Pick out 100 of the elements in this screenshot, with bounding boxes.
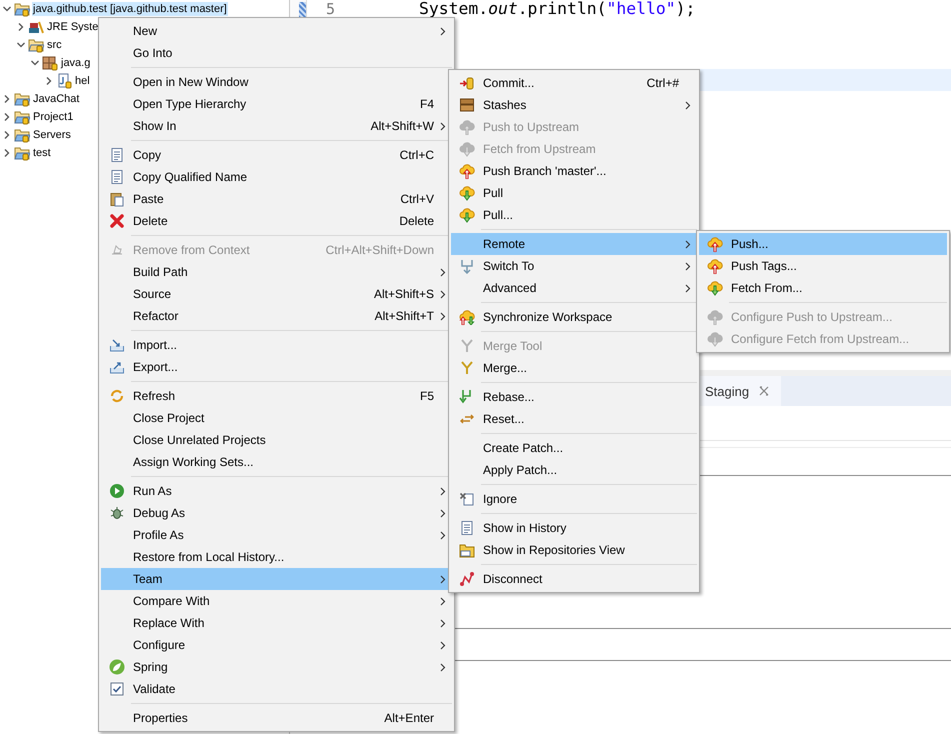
menu-item[interactable]: Replace With [101, 612, 452, 634]
close-icon[interactable] [759, 386, 770, 396]
merge-icon [459, 338, 475, 354]
document-icon [109, 147, 125, 163]
chevron-icon[interactable] [2, 148, 12, 158]
menu-item[interactable]: Properties Alt+Enter [101, 707, 452, 729]
refresh-icon [109, 388, 125, 404]
menu-item[interactable]: Stashes [451, 94, 697, 116]
menu-item[interactable]: Go Into [101, 42, 452, 64]
chevron-icon[interactable] [2, 112, 12, 122]
tree-item[interactable]: src [46, 38, 63, 52]
menu-item[interactable]: Close Project [101, 407, 452, 429]
cloud-download-icon [459, 185, 475, 201]
menu-item[interactable]: Validate [101, 678, 452, 700]
cloud-download-icon [707, 280, 723, 296]
chevron-icon[interactable] [2, 130, 12, 140]
tree-item[interactable]: JavaChat [32, 92, 80, 106]
import-icon [109, 337, 125, 353]
tree-item[interactable]: java.g [60, 56, 92, 70]
branch-icon [459, 258, 475, 274]
menu-item[interactable]: Rebase... [451, 386, 697, 408]
commit-icon [459, 75, 475, 91]
document-cross-icon [459, 491, 475, 507]
menu-item[interactable]: Assign Working Sets... [101, 451, 452, 473]
menu-item[interactable]: Open Type Hierarchy F4 [101, 93, 452, 115]
merge-icon [459, 360, 475, 376]
marker-icon [299, 2, 306, 18]
clipboard-icon [109, 191, 125, 207]
menu-item[interactable]: Restore from Local History... [101, 546, 452, 568]
disconnect-icon [459, 571, 475, 587]
chevron-icon[interactable] [2, 94, 12, 104]
menu-item[interactable]: Commit... Ctrl+# [451, 72, 697, 94]
menu-item[interactable]: Push Branch 'master'... [451, 160, 697, 182]
tree-item[interactable]: test [32, 146, 52, 160]
cloud-download-icon [707, 331, 723, 347]
menu-item[interactable]: Create Patch... [451, 437, 697, 459]
tree-item[interactable]: java.github.test [java.github.test master] [32, 2, 228, 16]
bug-icon [109, 505, 125, 521]
menu-item[interactable]: Remote [451, 233, 697, 255]
menu-item[interactable]: Compare With [101, 590, 452, 612]
tree-item[interactable]: hel [74, 74, 91, 88]
folder-icon [14, 145, 30, 161]
menu-item[interactable]: Import... [101, 334, 452, 356]
menu-item[interactable]: Show in History [451, 517, 697, 539]
cloud-download-icon [459, 207, 475, 223]
menu-item[interactable]: Refresh F5 [101, 385, 452, 407]
code-line: System.out.println("hello"); [419, 0, 696, 17]
menu-item[interactable]: Pull [451, 182, 697, 204]
tree-item[interactable]: Servers [32, 128, 72, 142]
tree-item[interactable]: JRE Syste [46, 20, 100, 34]
menu-item[interactable]: Close Unrelated Projects [101, 429, 452, 451]
menu-item[interactable]: Push... [699, 233, 947, 255]
menu-item[interactable]: Build Path [101, 261, 452, 283]
menu-item[interactable]: Pull... [451, 204, 697, 226]
menu-item[interactable]: Refactor Alt+Shift+T [101, 305, 452, 327]
menu-item[interactable]: Show in Repositories View [451, 539, 697, 561]
menu-item[interactable]: Run As [101, 480, 452, 502]
menu-item[interactable]: Merge... [451, 357, 697, 379]
menu-item[interactable]: Advanced [451, 277, 697, 299]
menu-item[interactable]: Switch To [451, 255, 697, 277]
menu-item[interactable]: Delete Delete [101, 210, 452, 232]
menu-item[interactable]: Push Tags... [699, 255, 947, 277]
chevron-icon[interactable] [30, 58, 40, 68]
leaf-icon [109, 659, 125, 675]
chevron-icon[interactable] [16, 22, 26, 32]
menu-item[interactable]: Export... [101, 356, 452, 378]
menu-item[interactable]: Spring [101, 656, 452, 678]
menu-item[interactable]: Profile As [101, 524, 452, 546]
chevron-icon[interactable] [16, 40, 26, 50]
checkbox-icon [109, 681, 125, 697]
cloud-upload-icon [459, 119, 475, 135]
chevron-icon[interactable] [2, 4, 12, 14]
menu-item[interactable]: Reset... [451, 408, 697, 430]
folder-icon [28, 37, 44, 53]
menu-item[interactable]: Show In Alt+Shift+W [101, 115, 452, 137]
cloud-upload-icon [707, 236, 723, 252]
cloud-upload-icon [459, 163, 475, 179]
menu-item[interactable]: Fetch From... [699, 277, 947, 299]
java-file-icon [56, 73, 72, 89]
chevron-icon[interactable] [44, 76, 54, 86]
view-tab[interactable]: Staging [699, 376, 782, 406]
folder-icon [14, 91, 30, 107]
tree-item[interactable]: Project1 [32, 110, 74, 124]
menu-item[interactable]: New [101, 20, 452, 42]
menu-item[interactable]: Configure [101, 634, 452, 656]
menu-item[interactable]: Disconnect [451, 568, 697, 590]
cloud-upload-icon [707, 309, 723, 325]
play-icon [109, 483, 125, 499]
menu-item[interactable]: Apply Patch... [451, 459, 697, 481]
cross-icon [109, 213, 125, 229]
folder-icon [459, 542, 475, 558]
cloud-download-icon [459, 141, 475, 157]
document-icon [109, 169, 125, 185]
menu-item[interactable]: Open in New Window [101, 71, 452, 93]
folder-icon [14, 1, 30, 17]
folder-icon [14, 127, 30, 143]
menu-item[interactable]: Debug As [101, 502, 452, 524]
menu-item[interactable]: Source Alt+Shift+S [101, 283, 452, 305]
line-number: 5 [324, 0, 335, 18]
menu-item[interactable]: Ignore [451, 488, 697, 510]
